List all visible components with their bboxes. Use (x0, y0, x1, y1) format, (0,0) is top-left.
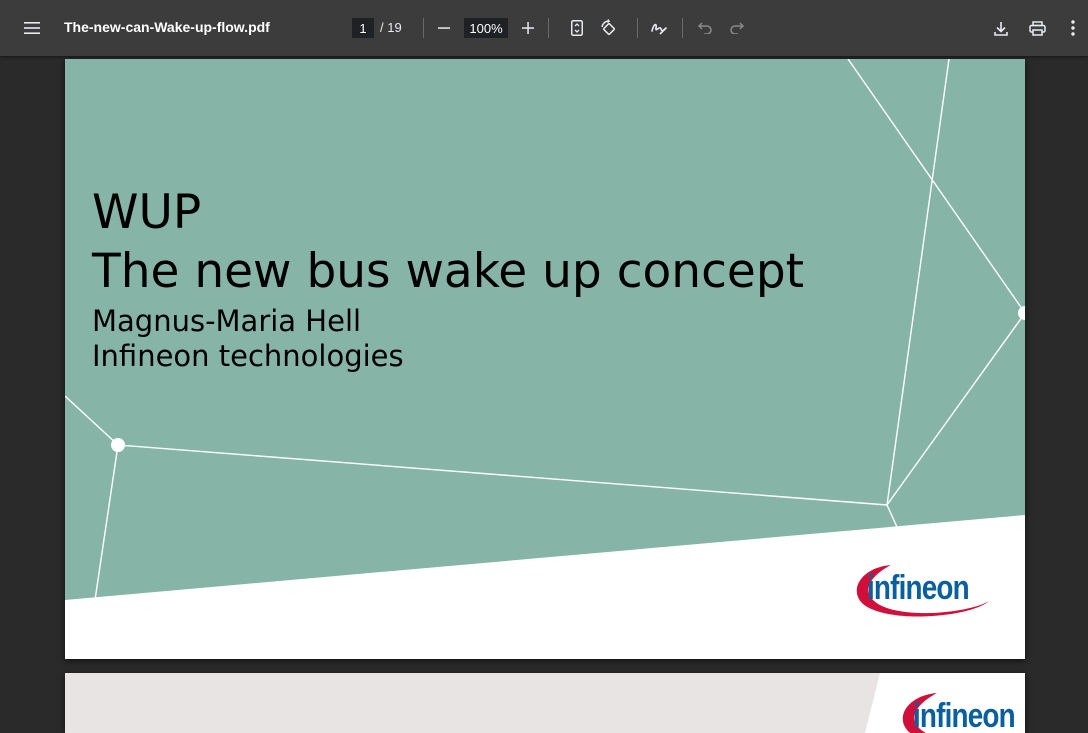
document-title: The-new-can-Wake-up-flow.pdf (64, 19, 270, 35)
slide-2-background (65, 673, 880, 733)
rotate-icon[interactable] (593, 12, 625, 44)
page-total: / 19 (380, 20, 402, 35)
toolbar-divider (423, 18, 424, 38)
page-number-input[interactable] (352, 18, 374, 38)
slide-title-line-1: WUP (92, 185, 202, 240)
toolbar-divider (548, 18, 549, 38)
slide-subtitle: Magnus-Maria Hell Infineon technologies (92, 304, 404, 374)
zoom-in-icon[interactable] (512, 12, 544, 44)
annotate-icon[interactable] (643, 12, 675, 44)
zoom-input[interactable] (464, 18, 508, 38)
zoom-out-icon[interactable] (428, 12, 460, 44)
slide-title-line-2: The new bus wake up concept (92, 244, 805, 299)
infineon-logo: infineon (853, 559, 993, 623)
pdf-page-1: WUP The new bus wake up concept Magnus-M… (65, 59, 1025, 659)
pdf-page-2: infineon (65, 673, 1025, 733)
slide-author: Magnus-Maria Hell (92, 304, 362, 338)
toolbar-divider (682, 18, 683, 38)
print-icon[interactable] (1021, 12, 1053, 44)
slide-title: WUP The new bus wake up concept (92, 183, 804, 301)
redo-icon[interactable] (721, 12, 753, 44)
hamburger-menu-icon[interactable] (16, 12, 48, 44)
toolbar-divider (637, 18, 638, 38)
fit-page-icon[interactable] (561, 12, 593, 44)
pdf-toolbar: The-new-can-Wake-up-flow.pdf / 19 (0, 0, 1088, 56)
slide-company: Infineon technologies (92, 339, 404, 373)
undo-icon[interactable] (689, 12, 721, 44)
infineon-logo: infineon (899, 687, 1025, 733)
download-icon[interactable] (985, 12, 1017, 44)
more-options-icon[interactable] (1057, 12, 1088, 44)
